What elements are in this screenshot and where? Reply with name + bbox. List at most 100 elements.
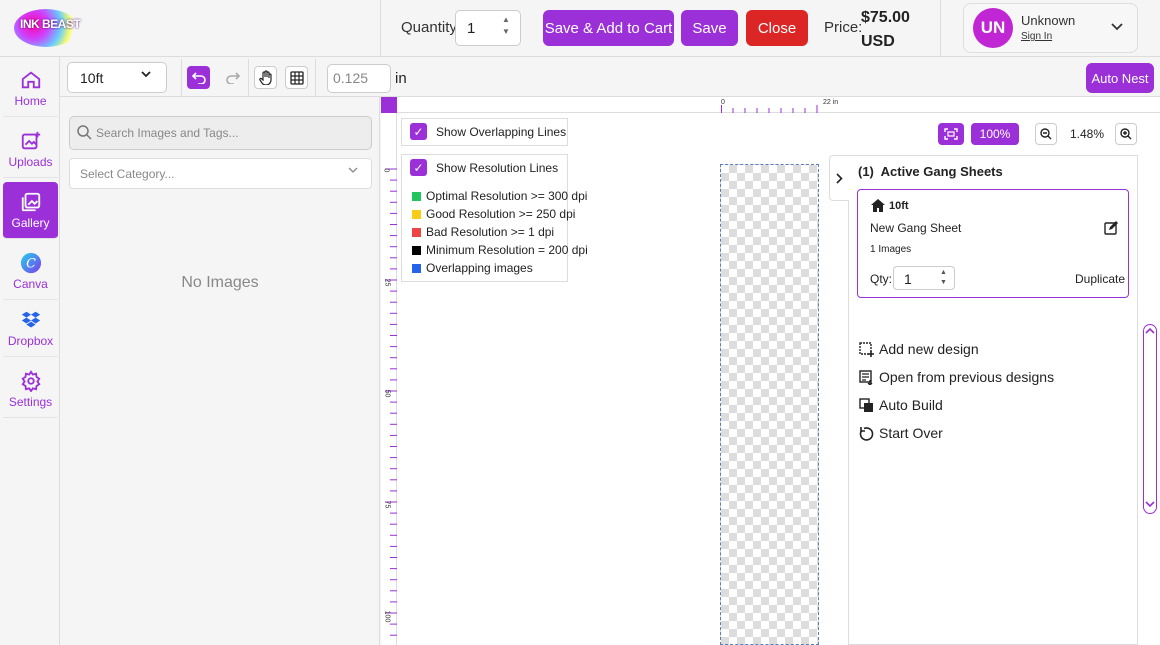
panel-scrollbar[interactable] <box>1143 324 1157 514</box>
search-icon <box>77 125 92 143</box>
search-placeholder: Search Images and Tags... <box>96 126 239 140</box>
chevron-down-icon[interactable] <box>348 166 358 177</box>
card-sheet-size: 10ft <box>889 200 909 212</box>
sidebar-item-uploads[interactable]: Uploads <box>3 121 58 178</box>
card-qty-stepper[interactable]: ▲ ▼ <box>940 268 947 288</box>
sidebar-item-label: Home <box>14 93 47 108</box>
sidebar-item-canva[interactable]: C Canva <box>3 243 58 300</box>
card-sheet-name: New Gang Sheet <box>870 221 962 235</box>
collapse-panel-button[interactable] <box>829 155 849 201</box>
legend-swatch <box>412 246 421 255</box>
grid-icon <box>289 70 304 85</box>
sidebar-item-dropbox[interactable]: Dropbox <box>3 300 58 357</box>
legend-label: Minimum Resolution = 200 dpi <box>426 243 588 257</box>
zoom-in-button[interactable] <box>1115 123 1137 145</box>
gang-sheet-canvas[interactable] <box>720 164 819 645</box>
sidebar-item-label: Settings <box>8 394 53 409</box>
gang-sheet-count: (1) <box>858 164 874 179</box>
canva-icon: C <box>20 252 41 273</box>
pan-tool-button[interactable] <box>254 66 277 89</box>
toolbar-divider <box>181 59 182 97</box>
start-over-button[interactable]: Start Over <box>859 425 943 441</box>
ruler-label: 50 <box>383 389 391 398</box>
gear-icon <box>20 369 41 392</box>
home-icon <box>21 71 40 88</box>
ruler-label: 0 <box>382 168 390 173</box>
legend-swatch <box>412 210 421 219</box>
redo-button[interactable] <box>221 66 244 89</box>
legend-label: Overlapping images <box>426 261 533 275</box>
ruler-label: 22 in <box>823 99 839 106</box>
sidebar-item-home[interactable]: Home <box>3 60 58 117</box>
sheet-size-value[interactable]: 10ft <box>80 70 103 86</box>
grid-toggle-button[interactable] <box>285 66 308 89</box>
card-qty-label: Qty: <box>870 272 893 286</box>
empty-gallery-message: No Images <box>181 274 259 291</box>
undo-icon <box>191 71 206 84</box>
action-label: Add new design <box>879 341 979 357</box>
action-label: Open from previous designs <box>879 369 1055 385</box>
ruler-corner <box>381 97 397 113</box>
legend-label: Good Resolution >= 250 dpi <box>426 207 576 221</box>
chevron-down-icon[interactable] <box>141 69 151 81</box>
price-value: $75.00 USD <box>861 6 921 54</box>
open-designs-icon <box>859 369 873 385</box>
sidebar-item-label: Dropbox <box>7 333 54 348</box>
header-divider <box>380 0 381 57</box>
zoom-out-button[interactable] <box>1035 123 1057 145</box>
fit-to-screen-button[interactable] <box>938 123 964 145</box>
card-image-count: 1 Images <box>870 244 912 255</box>
sidebar-item-label: Canva <box>13 276 48 291</box>
sidebar-nav: Home Uploads Gallery C Canva Dropbox Set… <box>0 57 60 645</box>
user-name: Unknown <box>1021 13 1076 28</box>
undo-button[interactable] <box>187 66 210 89</box>
edit-icon[interactable] <box>1104 221 1118 238</box>
legend-label: Bad Resolution >= 1 dpi <box>426 225 555 239</box>
auto-nest-button[interactable]: Auto Nest <box>1086 63 1154 93</box>
avatar[interactable]: UN <box>973 8 1013 48</box>
auto-build-icon <box>859 397 873 412</box>
sign-in-link[interactable]: Sign In <box>1021 31 1052 42</box>
overlapping-lines-label: Show Overlapping Lines <box>436 125 567 139</box>
restart-icon <box>859 426 874 441</box>
sidebar-item-settings[interactable]: Settings <box>3 361 58 418</box>
margin-input[interactable]: 0.125 <box>327 64 391 93</box>
action-label: Auto Build <box>879 397 943 413</box>
toolbar-divider <box>248 59 249 97</box>
unit-label: in <box>395 70 407 87</box>
price-currency: USD <box>861 33 895 50</box>
auto-build-button[interactable]: Auto Build <box>859 397 943 413</box>
price-label: Price: <box>824 19 863 36</box>
chevron-right-icon <box>836 172 843 184</box>
toolbar-divider <box>315 59 316 97</box>
resolution-lines-label: Show Resolution Lines <box>436 161 559 175</box>
chevron-up-icon[interactable] <box>1145 326 1155 336</box>
quantity-stepper[interactable]: ▲ ▼ <box>499 14 513 42</box>
duplicate-button[interactable]: Duplicate <box>1075 272 1125 286</box>
quantity-value[interactable]: 1 <box>467 20 475 37</box>
fit-screen-icon <box>944 128 958 140</box>
save-button[interactable]: Save <box>681 10 738 46</box>
save-add-to-cart-button[interactable]: Save & Add to Cart <box>543 10 674 46</box>
home-icon <box>871 199 885 215</box>
sidebar-item-gallery[interactable]: Gallery <box>3 182 58 239</box>
quantity-label: Quantity: <box>401 19 462 36</box>
resolution-lines-checkbox[interactable]: ✓ <box>410 159 427 176</box>
chevron-down-icon[interactable] <box>1145 500 1155 510</box>
legend-label: Optimal Resolution >= 300 dpi <box>426 189 588 203</box>
card-qty-value[interactable]: 1 <box>904 271 912 287</box>
dropbox-icon <box>21 311 40 328</box>
legend-swatch <box>412 228 421 237</box>
add-new-design-button[interactable]: Add new design <box>859 341 979 357</box>
logo-text: INK BEAST <box>20 17 81 31</box>
zoom-100-button[interactable]: 100% <box>971 123 1019 145</box>
chevron-down-icon[interactable] <box>1111 18 1123 34</box>
open-previous-designs-button[interactable]: Open from previous designs <box>859 369 1054 385</box>
add-design-icon <box>859 341 874 357</box>
overlapping-lines-checkbox[interactable]: ✓ <box>410 123 427 140</box>
close-button[interactable]: Close <box>746 10 808 46</box>
price-amount: $75.00 <box>861 9 910 26</box>
action-label: Start Over <box>879 425 943 441</box>
sidebar-item-label: Uploads <box>8 154 53 169</box>
ruler-label: 75 <box>383 500 391 509</box>
